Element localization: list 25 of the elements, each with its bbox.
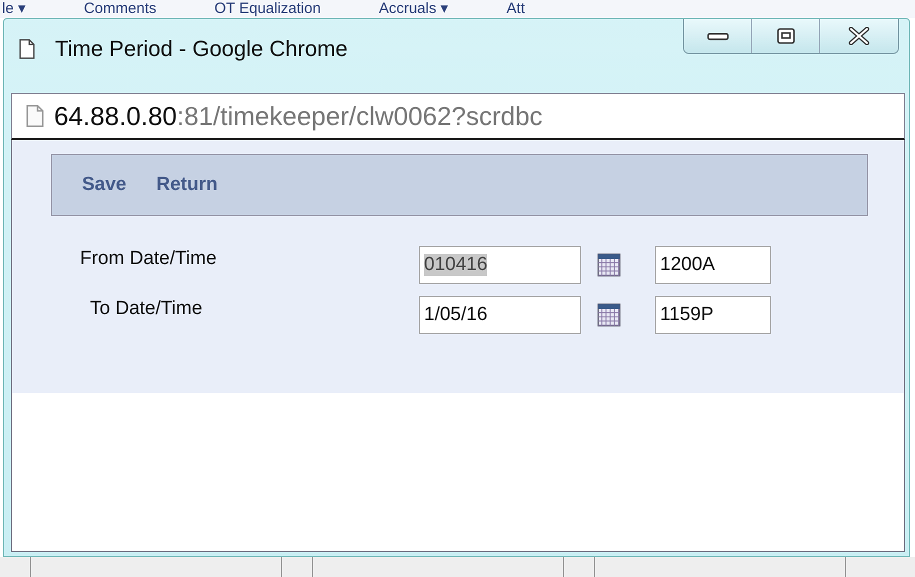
page-icon: [19, 38, 35, 60]
menu-item[interactable]: le ▾: [2, 0, 26, 18]
menu-item[interactable]: OT Equalization: [214, 0, 321, 18]
menu-item[interactable]: Accruals ▾: [378, 0, 449, 18]
page-icon: [26, 104, 44, 128]
close-icon: [848, 27, 870, 45]
field-label: From Date/Time: [80, 248, 218, 270]
field-label: To Date/Time: [89, 298, 204, 320]
url-text: 64.88.0.80:81/timekeeper/clw0062?scrdbc: [54, 100, 543, 132]
date-field[interactable]: 010416: [419, 246, 581, 284]
menu-item[interactable]: Att: [506, 0, 525, 18]
calendar-icon[interactable]: [597, 252, 621, 278]
maximize-button[interactable]: [752, 19, 820, 53]
calendar-icon[interactable]: [597, 302, 621, 328]
time-field[interactable]: 1200A: [655, 246, 771, 284]
date-field[interactable]: 1/05/16: [419, 296, 581, 334]
close-button[interactable]: [820, 19, 898, 53]
menu-link[interactable]: Save: [82, 174, 126, 196]
window-title: Time Period - Google Chrome: [55, 36, 348, 62]
address-bar[interactable]: 64.88.0.80:81/timekeeper/clw0062?scrdbc: [11, 93, 905, 140]
menu-link[interactable]: Return: [156, 174, 218, 196]
menu-item[interactable]: Comments: [84, 0, 156, 18]
maximize-icon: [774, 27, 796, 45]
minimize-button[interactable]: [684, 19, 752, 53]
time-field[interactable]: 1159P: [655, 296, 771, 334]
